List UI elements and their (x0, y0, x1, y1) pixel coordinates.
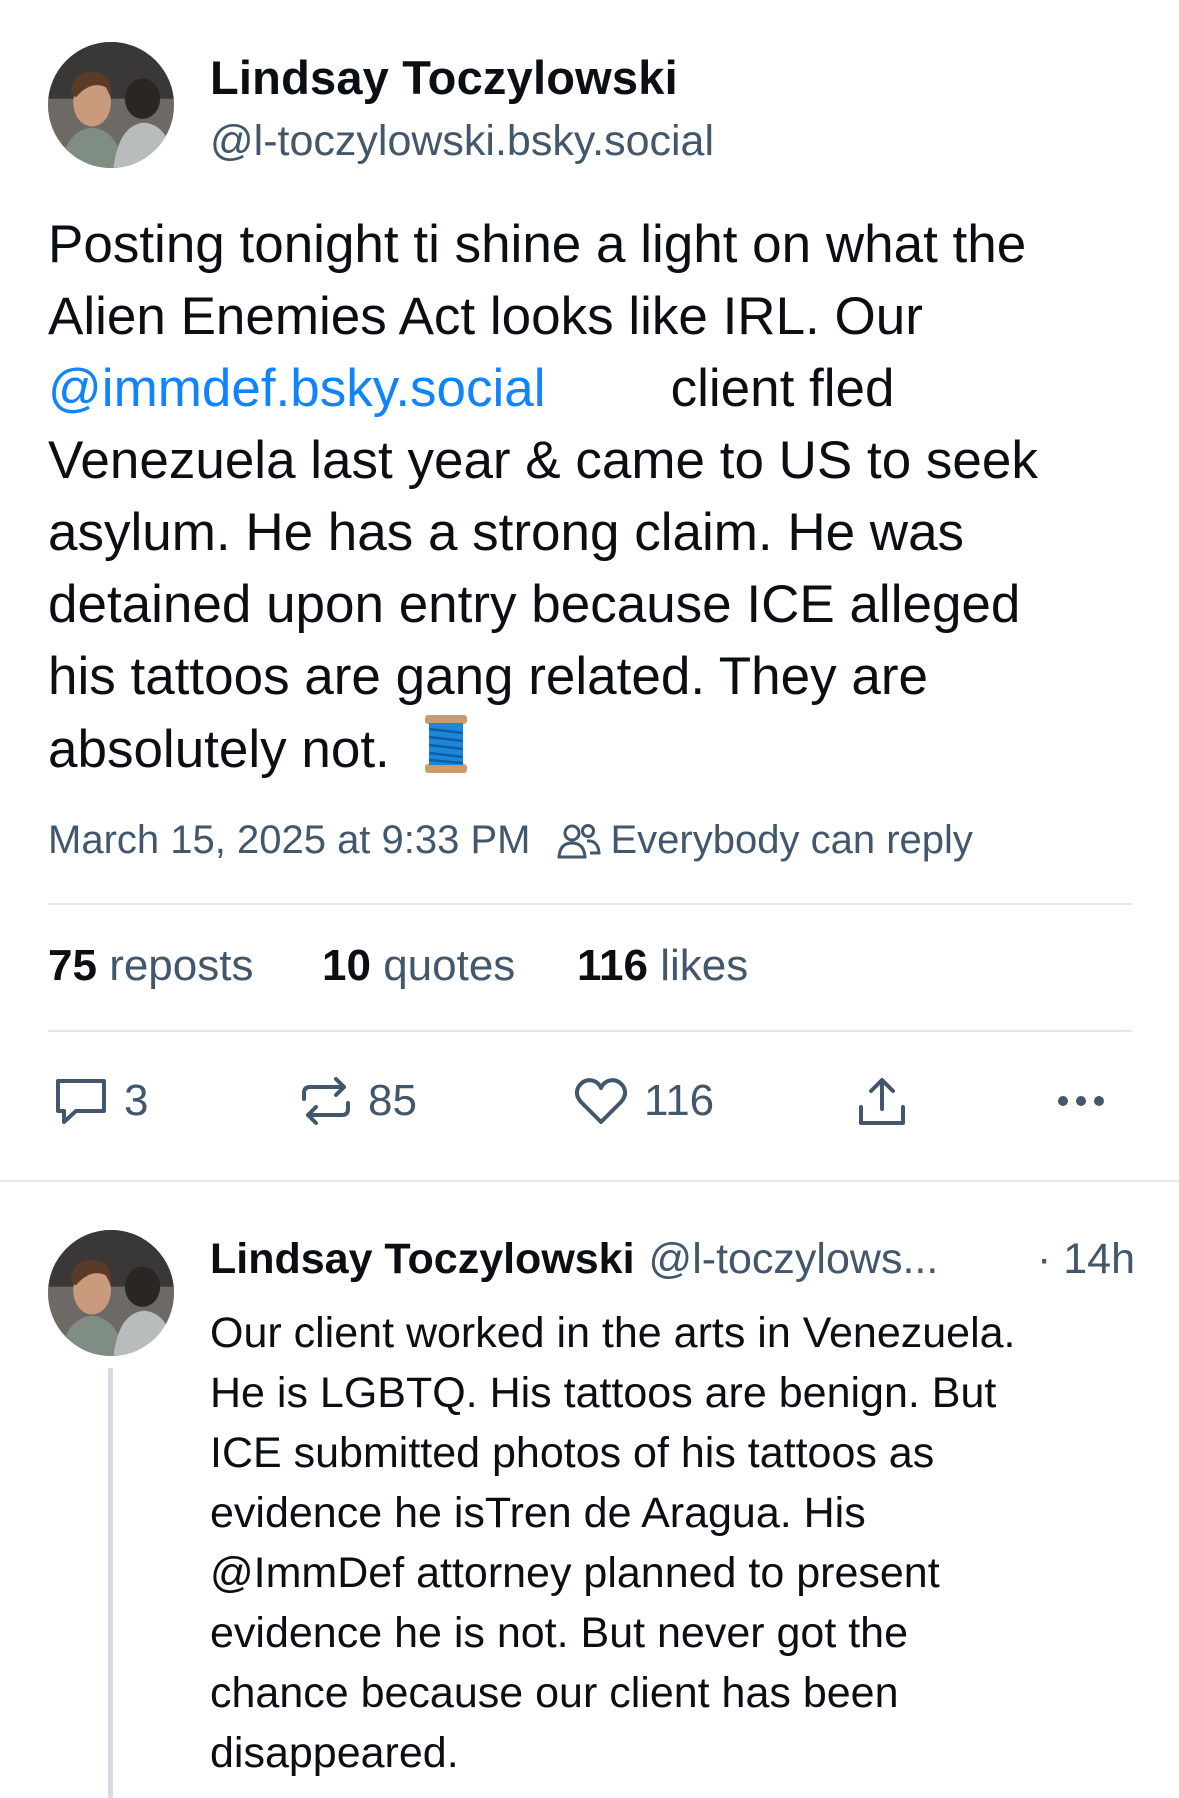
comment-icon (52, 1075, 110, 1127)
reply-setting[interactable]: Everybody can reply (611, 818, 973, 863)
author-avatar[interactable] (48, 42, 174, 168)
more-button[interactable] (1055, 1090, 1107, 1112)
repost-count: 85 (368, 1076, 417, 1125)
post-text-line: asylum. He has a strong claim. He was (48, 503, 965, 562)
post-text-line: @immdef.bsky.social client fled (48, 353, 1148, 425)
post-timestamp[interactable]: March 15, 2025 at 9:33 PM (48, 818, 531, 863)
avatar-photo (48, 42, 174, 168)
reposts-stat[interactable]: 75 reposts (48, 941, 253, 991)
reply-text-line: ICE submitted photos of his tattoos as (210, 1429, 935, 1477)
quotes-stat[interactable]: 10 quotes (322, 941, 515, 991)
post-text-line: Alien Enemies Act looks like IRL. Our (48, 287, 923, 346)
reply-text-line: disappeared. (210, 1729, 459, 1777)
post-text-line: his tattoos are gang related. They are (48, 647, 928, 706)
post-text-fragment: client fled (670, 359, 895, 418)
reply-text-line: @ImmDef attorney planned to present (210, 1549, 940, 1597)
repost-icon (298, 1075, 354, 1127)
reposts-count: 75 (48, 941, 97, 990)
reply-header: Lindsay Toczylowski @l-toczylows... · 14… (210, 1235, 1135, 1284)
reply-text: Our client worked in the arts in Venezue… (210, 1303, 1150, 1783)
reply-text-line: evidence he is not. But never got the (210, 1609, 909, 1657)
section-divider (0, 1180, 1179, 1182)
post-meta: March 15, 2025 at 9:33 PM Everybody can … (48, 818, 973, 863)
post-text-line: Posting tonight ti shine a light on what… (48, 215, 1027, 274)
reply-count: 3 (124, 1076, 149, 1125)
repost-button[interactable]: 85 (298, 1075, 417, 1127)
post-text-line: detained upon entry because ICE alleged (48, 575, 1021, 634)
reply-author-handle[interactable]: @l-toczylows... (649, 1235, 939, 1284)
author-name[interactable]: Lindsay Toczylowski (210, 50, 678, 105)
author-handle[interactable]: @l-toczylowski.bsky.social (210, 117, 714, 166)
quotes-label: quotes (383, 941, 516, 990)
post-text-line: Venezuela last year & came to US to seek (48, 431, 1038, 490)
share-button[interactable] (855, 1075, 909, 1129)
post-text-fragment: absolutely not. (48, 720, 390, 779)
share-icon (855, 1075, 909, 1129)
likes-label: likes (660, 941, 749, 990)
people-icon (556, 823, 601, 859)
reply-text-line: evidence he isTren de Aragua. His (210, 1489, 866, 1537)
avatar-photo (48, 1230, 174, 1356)
reply-button[interactable]: 3 (52, 1075, 148, 1127)
mention-link[interactable]: @immdef.bsky.social (48, 359, 546, 418)
divider (48, 903, 1132, 905)
like-button[interactable]: 116 (572, 1075, 714, 1127)
post-text: Posting tonight ti shine a light on what… (48, 209, 1148, 794)
likes-stat[interactable]: 116 likes (577, 941, 748, 991)
reply-text-line: chance because our client has been (210, 1669, 899, 1717)
quotes-count: 10 (322, 941, 371, 990)
reply-time[interactable]: · 14h (1037, 1235, 1135, 1284)
thread-emoji (421, 713, 471, 794)
more-icon (1055, 1090, 1107, 1112)
reposts-label: reposts (109, 941, 254, 990)
reply-text-line: He is LGBTQ. His tattoos are benign. But (210, 1369, 997, 1417)
reply-text-line: Our client worked in the arts in Venezue… (210, 1309, 1016, 1357)
divider (48, 1030, 1132, 1032)
post-text-line: absolutely not. (48, 713, 1148, 794)
reply-author-name[interactable]: Lindsay Toczylowski (210, 1235, 635, 1284)
likes-count: 116 (577, 941, 648, 990)
reply-author-avatar[interactable] (48, 1230, 174, 1356)
thread-line (108, 1368, 113, 1798)
like-count: 116 (644, 1076, 715, 1125)
heart-icon (572, 1075, 630, 1127)
